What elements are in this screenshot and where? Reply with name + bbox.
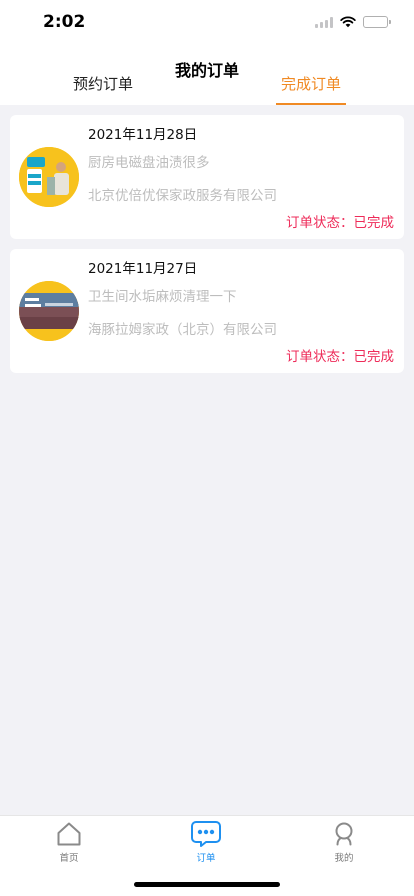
order-date: 2021年11月27日	[88, 261, 198, 277]
tabbar-item-mine[interactable]: 我的	[304, 820, 384, 868]
order-title: 厨房电磁盘油渍很多	[88, 155, 210, 171]
tabbar-item-home[interactable]: 首页	[29, 820, 109, 868]
tabbar-label: 我的	[334, 853, 354, 864]
home-indicator[interactable]	[134, 882, 280, 887]
status-icons	[315, 16, 391, 28]
status-time: 2:02	[43, 12, 86, 32]
order-status: 订单状态：已完成	[286, 215, 394, 231]
order-title: 卫生间水垢麻烦清理一下	[88, 289, 237, 305]
screen: 2:02 我的订单 预约订单 完成订单 2021年11月28日 厨房电磁盘油渍很…	[0, 0, 414, 896]
order-thumbnail	[19, 281, 79, 341]
tab-completed-orders-label: 完成订单	[280, 75, 341, 93]
tabbar-item-orders[interactable]: 订单	[166, 820, 246, 868]
tab-booked-orders[interactable]: 预约订单	[63, 73, 143, 105]
order-date: 2021年11月28日	[88, 127, 198, 143]
order-thumbnail	[19, 147, 79, 207]
tabbar-label: 订单	[196, 853, 216, 864]
order-status: 订单状态：已完成	[286, 349, 394, 365]
order-company: 北京优倍优保家政服务有限公司	[88, 188, 277, 204]
person-icon	[335, 822, 353, 846]
order-company: 海豚拉姆家政（北京）有限公司	[88, 322, 277, 338]
order-card[interactable]: 2021年11月28日 厨房电磁盘油渍很多 北京优倍优保家政服务有限公司 订单状…	[10, 115, 404, 239]
battery-icon	[363, 16, 391, 28]
tab-active-underline	[276, 103, 346, 105]
tabbar-label: 首页	[59, 853, 79, 864]
order-card[interactable]: 2021年11月27日 卫生间水垢麻烦清理一下 海豚拉姆家政（北京）有限公司 订…	[10, 249, 404, 373]
header: 我的订单 预约订单 完成订单	[0, 48, 414, 105]
tab-completed-orders[interactable]: 完成订单	[276, 73, 346, 105]
status-bar: 2:02	[0, 0, 414, 48]
cellular-signal-icon	[315, 16, 333, 28]
wifi-icon	[340, 16, 356, 28]
chat-bubble-icon	[191, 821, 221, 847]
home-icon	[57, 822, 81, 846]
